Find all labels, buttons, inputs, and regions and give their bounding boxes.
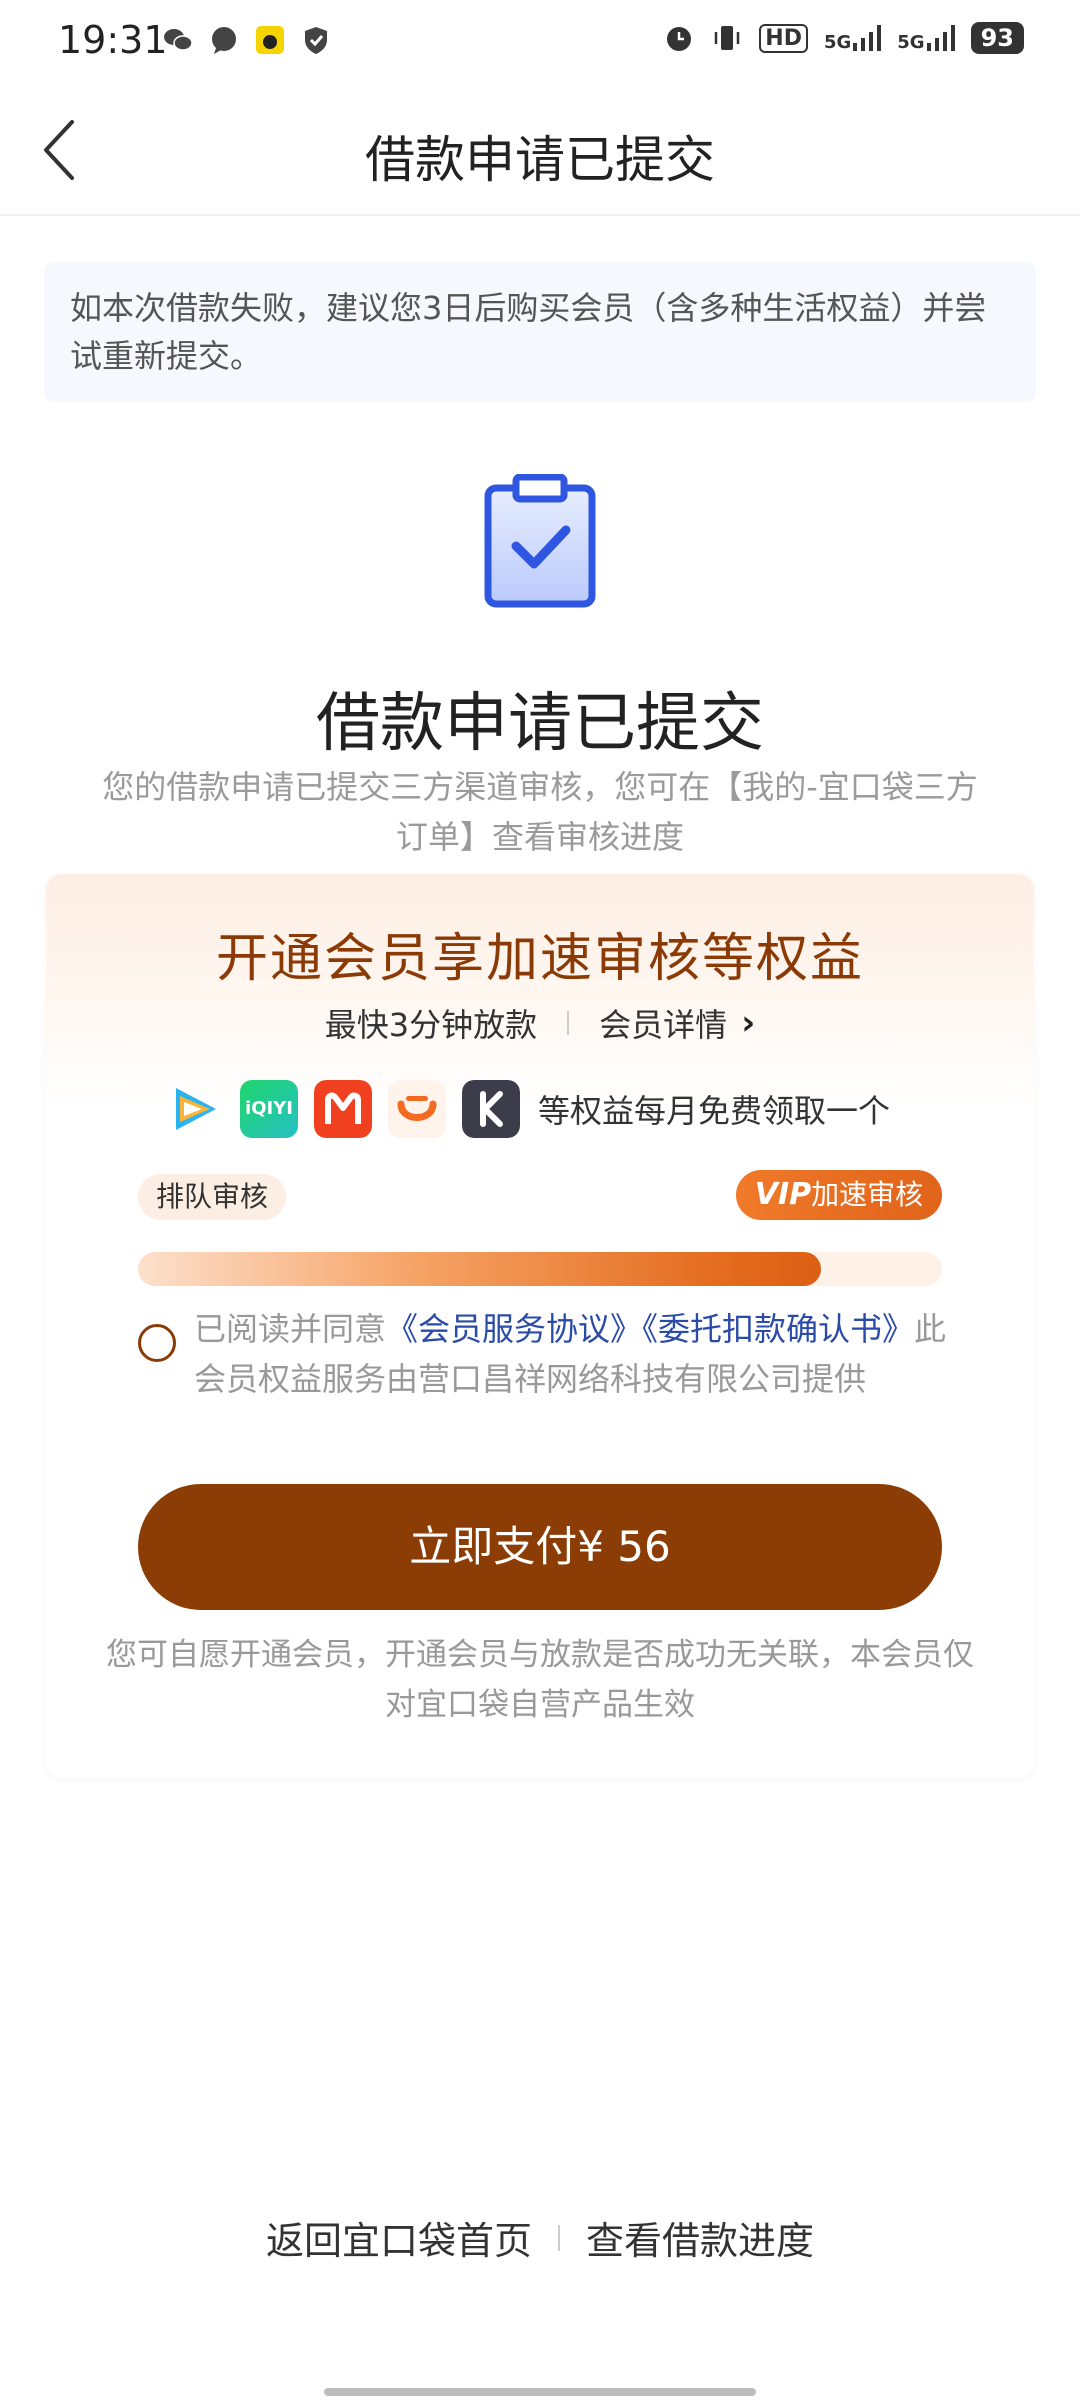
review-speed-fill bbox=[138, 1252, 822, 1286]
clipboard-check-icon bbox=[484, 474, 596, 608]
member-details-link[interactable]: 会员详情 › bbox=[599, 1000, 755, 1046]
divider bbox=[567, 1011, 570, 1035]
tencent-video-icon bbox=[176, 1088, 216, 1130]
status-system-icons: HD 5G 5G 93 bbox=[663, 22, 1024, 54]
vip-review-tag: VIP加速审核 bbox=[736, 1170, 942, 1220]
hd-voice-badge: HD bbox=[759, 23, 808, 53]
status-notification-icons bbox=[162, 24, 332, 56]
benefits-text: 等权益每月免费领取一个 bbox=[538, 1092, 891, 1130]
vip-label: VIP bbox=[754, 1177, 812, 1212]
divider bbox=[558, 2224, 560, 2251]
chevron-right-icon: › bbox=[741, 1003, 756, 1043]
mango-tv-icon bbox=[314, 1080, 372, 1138]
status-time: 19:31 bbox=[58, 18, 168, 62]
benefits-row: iQIYI 等权益每月免费领取一个 bbox=[166, 1080, 890, 1138]
membership-card: 开通会员享加速审核等权益 最快3分钟放款 会员详情 › iQIYI 等权益每月免… bbox=[46, 874, 1034, 1778]
membership-title: 开通会员享加速审核等权益 bbox=[215, 929, 864, 989]
deduction-agreement-link[interactable]: 《委托扣款确认书》 bbox=[642, 1310, 914, 1348]
result-title: 借款申请已提交 bbox=[316, 687, 764, 761]
service-agreement-link[interactable]: 《会员服务协议》 bbox=[386, 1310, 642, 1348]
result-description: 您的借款申请已提交三方渠道审核，您可在【我的-宜口袋三方订单】查看审核进度 bbox=[102, 768, 978, 856]
signal-bars-icon bbox=[926, 25, 955, 51]
home-indicator[interactable] bbox=[324, 2388, 756, 2396]
alarm-icon bbox=[667, 27, 692, 51]
page: 19:31 HD 5G 5G 93 借款申请已提交 如本次借款失败，建议您3日后… bbox=[0, 0, 1080, 2400]
agreement-row: 已阅读并同意《会员服务协议》《委托扣款确认书》此会员权益服务由营口昌祥网络科技有… bbox=[138, 1304, 968, 1404]
vibrate-icon bbox=[715, 26, 740, 50]
agreement-checkbox[interactable] bbox=[138, 1324, 176, 1362]
queue-review-tag: 排队审核 bbox=[138, 1174, 287, 1220]
wechat-icon bbox=[164, 29, 193, 51]
member-details-label: 会员详情 bbox=[599, 1006, 728, 1044]
agreement-prefix: 已阅读并同意 bbox=[194, 1310, 387, 1348]
pay-now-button[interactable]: 立即支付¥ 56 bbox=[138, 1484, 942, 1610]
app-notification-icon bbox=[256, 26, 284, 54]
kuaikan-icon bbox=[462, 1080, 520, 1138]
review-speed-bar bbox=[138, 1252, 942, 1286]
view-progress-link[interactable]: 查看借款进度 bbox=[586, 2210, 814, 2265]
membership-subtitle: 最快3分钟放款 会员详情 › bbox=[46, 1000, 1034, 1046]
message-icon bbox=[212, 27, 236, 54]
notice-banner: 如本次借款失败，建议您3日后购买会员（含多种生活权益）并尝试重新提交。 bbox=[44, 262, 1036, 402]
agreement-text: 已阅读并同意《会员服务协议》《委托扣款确认书》此会员权益服务由营口昌祥网络科技有… bbox=[194, 1304, 968, 1404]
nav-bar: 借款申请已提交 bbox=[0, 84, 1080, 216]
vip-review-label: 加速审核 bbox=[811, 1178, 924, 1211]
signal-1: 5G bbox=[824, 25, 882, 52]
iqiyi-icon: iQIYI bbox=[240, 1080, 298, 1138]
didi-icon bbox=[388, 1080, 446, 1138]
shield-icon bbox=[305, 27, 327, 54]
membership-note: 您可自愿开通会员，开通会员与放款是否成功无关联，本会员仅对宜口袋自营产品生效 bbox=[106, 1637, 974, 1723]
signal-bars-icon bbox=[853, 25, 882, 51]
footer-links: 返回宜口袋首页 查看借款进度 bbox=[0, 2210, 1080, 2265]
status-bar: 19:31 HD 5G 5G 93 bbox=[0, 0, 1080, 84]
signal-2: 5G bbox=[897, 25, 955, 52]
return-home-link[interactable]: 返回宜口袋首页 bbox=[266, 2210, 532, 2265]
battery-indicator: 93 bbox=[970, 22, 1024, 54]
page-title: 借款申请已提交 bbox=[365, 131, 715, 189]
fast-loan-text: 最快3分钟放款 bbox=[324, 1006, 538, 1044]
